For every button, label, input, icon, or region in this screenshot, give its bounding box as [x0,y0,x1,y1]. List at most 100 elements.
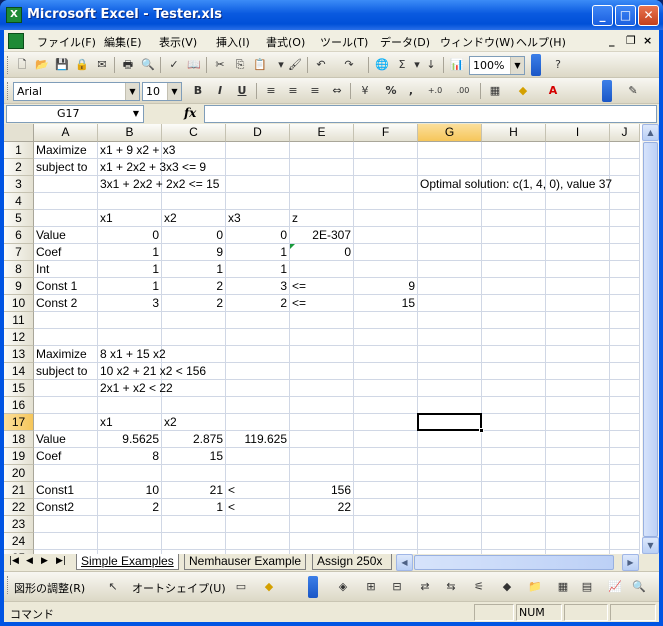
font-size-combo[interactable]: 10 ▼ [142,82,182,101]
row-header-15[interactable]: 15 [4,380,34,397]
cell-e7[interactable]: 0 [290,244,353,261]
cell-a14[interactable]: subject to [34,363,89,380]
increase-decimal-button[interactable]: +.0 .00 [422,82,448,113]
cell-b5[interactable]: x1 [98,210,115,227]
paste-icon[interactable]: 📋 [251,56,269,74]
column-header-a[interactable]: A [34,124,98,142]
column-header-b[interactable]: B [98,124,162,142]
row-header-24[interactable]: 24 [4,533,34,550]
cell-c5[interactable]: x2 [162,210,179,227]
toolbar-options-icon[interactable] [308,576,318,598]
merge-center-icon[interactable]: ⇔ [328,82,346,100]
menu-format[interactable]: 書式(O) [266,34,305,50]
formula-input[interactable] [204,105,657,123]
excel-app-icon[interactable]: X [6,7,22,23]
cell-b14[interactable]: 10 x2 + 21 x2 < 156 [98,363,208,380]
cell-b15[interactable]: 2x1 + x2 < 22 [98,380,175,397]
cell-d21[interactable]: < [226,482,237,499]
row-header-19[interactable]: 19 [4,448,34,465]
bold-button[interactable]: B [189,82,207,100]
cell-d8[interactable]: 1 [226,261,289,278]
undo-icon[interactable]: ↶ [312,56,330,74]
cell-f9[interactable]: 9 [354,278,417,295]
draw-menu-button[interactable]: 図形の調整(R) [14,580,85,596]
comma-button[interactable]: , [402,82,420,100]
cell-c10[interactable]: 2 [162,295,225,312]
cell-c17[interactable]: x2 [162,414,179,431]
cell-a1[interactable]: Maximize [34,142,89,159]
print-icon[interactable]: 🖶 [119,56,137,74]
cell-e22[interactable]: 22 [290,499,353,516]
column-header-h[interactable]: H [482,124,546,142]
scroll-down-icon[interactable]: ▼ [642,537,659,554]
autoshapes-button[interactable]: オートシェイプ(U) [132,580,226,596]
row-header-8[interactable]: 8 [4,261,34,278]
chevron-down-icon[interactable]: ▼ [167,83,181,100]
row-header-3[interactable]: 3 [4,176,34,193]
zoom-combo[interactable]: 100% ▼ [469,56,525,75]
cell-d10[interactable]: 2 [226,295,289,312]
cell-e10[interactable]: <= [290,295,308,312]
row-header-5[interactable]: 5 [4,210,34,227]
underline-button[interactable]: U [233,82,251,100]
last-sheet-icon[interactable]: ▶| [56,556,66,566]
doc-minimize-button[interactable]: _ [609,34,615,47]
sheet-tab-nemhauser-example[interactable]: Nemhauser Example [184,554,307,570]
column-header-d[interactable]: D [226,124,290,142]
cell-b10[interactable]: 3 [98,295,161,312]
minimize-button[interactable]: _ [592,5,613,26]
active-cell-selection[interactable] [417,413,484,433]
cell-b2[interactable]: x1 + 2x2 + 3x3 <= 9 [98,159,208,176]
cell-a8[interactable]: Int [34,261,51,278]
workbook-icon[interactable] [8,33,24,49]
textbox-icon[interactable]: ▭ [232,578,250,596]
shape-icon[interactable]: ⊟ [388,578,406,596]
insert-function-icon[interactable]: fx [184,106,196,120]
column-header-f[interactable]: F [354,124,418,142]
shape-icon[interactable]: ⇄ [416,578,434,596]
cell-c9[interactable]: 2 [162,278,225,295]
menu-tools[interactable]: ツール(T) [320,34,368,50]
help-icon[interactable]: ? [549,56,567,74]
select-objects-icon[interactable]: ↖ [104,578,122,596]
menu-edit[interactable]: 編集(E) [104,34,142,50]
row-header-7[interactable]: 7 [4,244,34,261]
cell-b7[interactable]: 1 [98,244,161,261]
next-sheet-icon[interactable]: ▶ [41,556,48,566]
cell-b13[interactable]: 8 x1 + 15 x2 [98,346,168,363]
cell-a9[interactable]: Const 1 [34,278,79,295]
scroll-up-icon[interactable]: ▲ [642,124,659,141]
row-header-23[interactable]: 23 [4,516,34,533]
font-combo[interactable]: Arial ▼ [13,82,140,101]
cell-e9[interactable]: <= [290,278,308,295]
row-header-14[interactable]: 14 [4,363,34,380]
folder-icon[interactable]: 📁 [526,578,544,596]
shape-icon[interactable]: ⇆ [442,578,460,596]
cell-d18[interactable]: 119.625 [226,431,289,448]
align-left-icon[interactable]: ≡ [262,82,280,100]
cell-c8[interactable]: 1 [162,261,225,278]
cell-c21[interactable]: 21 [162,482,225,499]
cell-c22[interactable]: 1 [162,499,225,516]
align-center-icon[interactable]: ≡ [284,82,302,100]
toolbar-options-icon[interactable] [602,80,612,102]
row-header-10[interactable]: 10 [4,295,34,312]
cell-c6[interactable]: 0 [162,227,225,244]
row-header-17[interactable]: 17 [4,414,34,431]
row-header-22[interactable]: 22 [4,499,34,516]
cell-c7[interactable]: 9 [162,244,225,261]
warning-icon[interactable]: ◆ [498,578,516,596]
cell-f10[interactable]: 15 [354,295,417,312]
vertical-scrollbar[interactable]: ▲ ▼ [642,124,659,554]
menu-help[interactable]: ヘルプ(H) [516,34,566,50]
worksheet-grid[interactable]: A B C D E F G H I J 1 2 3 4 5 6 7 8 9 10 11 12 13 14 15 16 17 18 19 2… [4,124,642,554]
row-header-18[interactable]: 18 [4,431,34,448]
row-header-4[interactable]: 4 [4,193,34,210]
cell-d7[interactable]: 1 [226,244,289,261]
cell-c18[interactable]: 2.875 [162,431,225,448]
research-icon[interactable]: 📖 [185,56,203,74]
cell-d9[interactable]: 3 [226,278,289,295]
sort-ascending-icon[interactable]: ↓ [422,56,440,74]
cell-b6[interactable]: 0 [98,227,161,244]
table-icon[interactable]: ▦ [554,578,572,596]
